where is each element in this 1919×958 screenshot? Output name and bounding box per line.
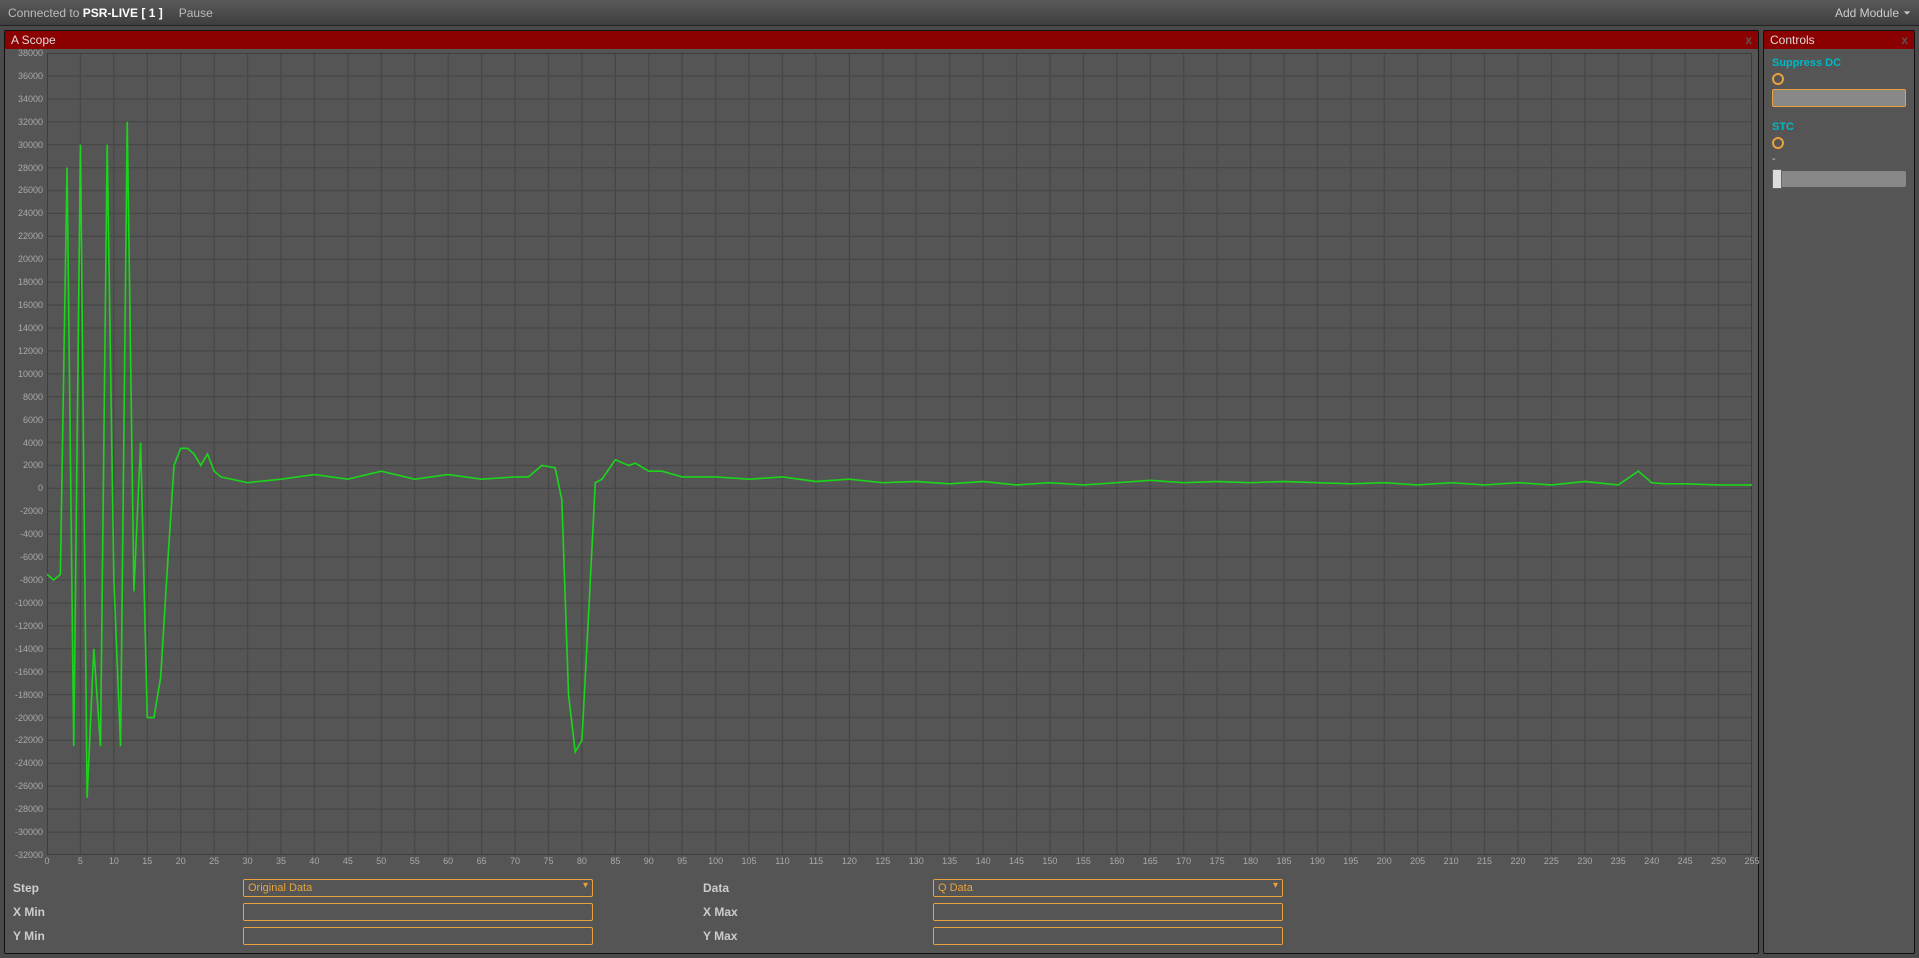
step-select-wrap: Original Data	[243, 879, 593, 897]
close-icon[interactable]: x	[1901, 33, 1908, 47]
controls-title: Controls	[1770, 33, 1815, 47]
ymax-label: Y Max	[703, 929, 933, 943]
xmin-label: X Min	[13, 905, 243, 919]
connection-prefix: Connected to	[8, 6, 83, 20]
add-module-button[interactable]: Add Module	[1835, 6, 1911, 20]
stc-label: STC	[1772, 121, 1906, 133]
a-scope-panel: A Scope x 380003600034000320003000028000…	[4, 30, 1759, 954]
scope-body: 3800036000340003200030000280002600024000…	[5, 49, 1758, 875]
stc-value: -	[1772, 153, 1906, 165]
stc-slider[interactable]	[1772, 171, 1906, 187]
xmax-label: X Max	[703, 905, 933, 919]
scope-form: Step Original Data Data Q Data X Min X M…	[5, 875, 1758, 953]
add-module-label: Add Module	[1835, 6, 1899, 20]
pause-button[interactable]: Pause	[179, 6, 213, 20]
a-scope-titlebar: A Scope x	[5, 31, 1758, 49]
stc-radio[interactable]	[1772, 137, 1784, 149]
stc-slider-handle[interactable]	[1772, 169, 1782, 189]
xmax-input[interactable]	[933, 903, 1283, 921]
x-axis-ticks: 0510152025303540455055606570758085909510…	[47, 855, 1752, 869]
data-select[interactable]: Q Data	[933, 879, 1283, 897]
controls-body: Suppress DC STC -	[1764, 49, 1914, 195]
controls-panel: Controls x Suppress DC STC -	[1763, 30, 1915, 954]
controls-titlebar: Controls x	[1764, 31, 1914, 49]
y-axis-ticks: 3800036000340003200030000280002600024000…	[7, 53, 45, 855]
main: A Scope x 380003600034000320003000028000…	[0, 26, 1919, 958]
chevron-down-icon	[1903, 9, 1911, 17]
ymin-label: Y Min	[13, 929, 243, 943]
suppress-dc-input[interactable]	[1772, 89, 1906, 107]
step-select[interactable]: Original Data	[243, 879, 593, 897]
plot-area[interactable]: 3800036000340003200030000280002600024000…	[47, 53, 1752, 855]
data-select-wrap: Q Data	[933, 879, 1283, 897]
topbar: Connected to PSR-LIVE [ 1 ] Pause Add Mo…	[0, 0, 1919, 26]
xmin-input[interactable]	[243, 903, 593, 921]
suppress-dc-label: Suppress DC	[1772, 57, 1906, 69]
suppress-dc-radio[interactable]	[1772, 73, 1784, 85]
connection-target: PSR-LIVE [ 1 ]	[83, 6, 163, 20]
plot-svg	[47, 53, 1752, 855]
data-label: Data	[703, 881, 933, 895]
ymin-input[interactable]	[243, 927, 593, 945]
a-scope-title: A Scope	[11, 33, 56, 47]
step-label: Step	[13, 881, 243, 895]
ymax-input[interactable]	[933, 927, 1283, 945]
close-icon[interactable]: x	[1745, 33, 1752, 47]
connection-status: Connected to PSR-LIVE [ 1 ]	[8, 6, 163, 20]
